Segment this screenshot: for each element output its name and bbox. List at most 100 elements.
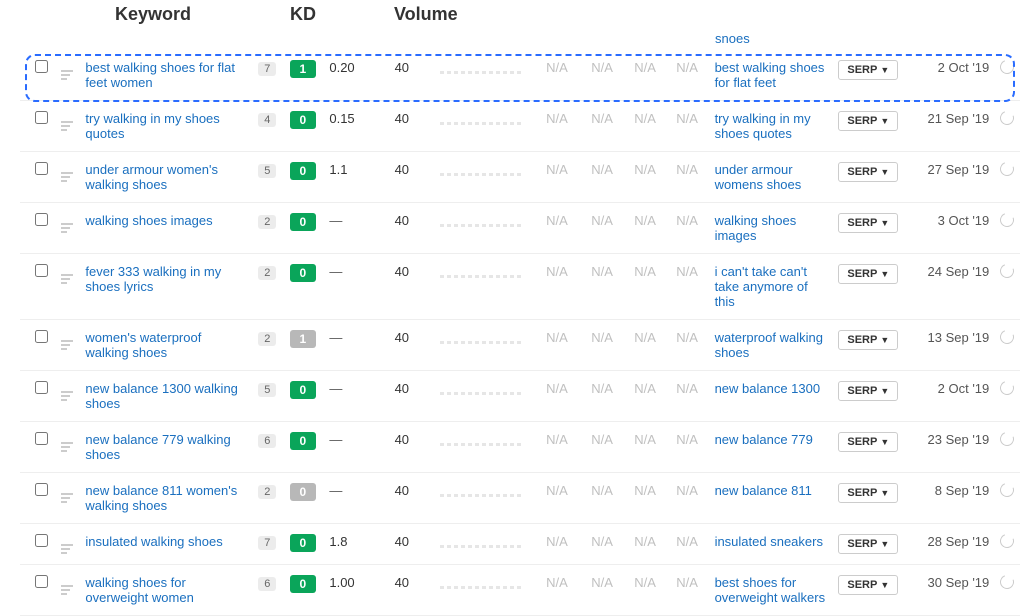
keyword-link[interactable]: new balance 1300 walking shoes [85, 381, 238, 411]
serp-features-count: 2 [258, 332, 276, 346]
serp-button[interactable]: SERP▼ [838, 534, 898, 554]
row-menu-icon[interactable] [61, 583, 73, 595]
parent-keyword-link-partial[interactable]: snoes [715, 31, 750, 46]
refresh-icon[interactable] [997, 211, 1016, 230]
na-cell: N/A [534, 371, 579, 422]
row-menu-icon[interactable] [61, 119, 73, 131]
table-row: new balance 1300 walking shoes 5 0 — 40 … [20, 371, 1020, 422]
refresh-icon[interactable] [997, 532, 1016, 551]
row-menu-icon[interactable] [61, 338, 73, 350]
serp-button[interactable]: SERP▼ [838, 213, 898, 233]
keyword-link[interactable]: insulated walking shoes [85, 534, 222, 549]
parent-keyword-link[interactable]: new balance 1300 [715, 381, 821, 396]
parent-keyword-link[interactable]: new balance 811 [715, 483, 812, 498]
row-checkbox[interactable] [35, 381, 48, 394]
table-row: walking shoes images 2 0 — 40 N/A N/A N/… [20, 203, 1020, 254]
row-menu-icon[interactable] [61, 221, 73, 233]
parent-keyword-link[interactable]: best walking shoes for flat feet [715, 60, 825, 90]
na-cell: N/A [625, 50, 666, 101]
parent-keyword-link[interactable]: new balance 779 [715, 432, 813, 447]
cpc-value: — [323, 320, 374, 371]
row-menu-icon[interactable] [61, 491, 73, 503]
kd-badge: 1 [290, 60, 316, 78]
table-row: under armour women's walking shoes 5 0 1… [20, 152, 1020, 203]
keyword-link[interactable]: new balance 811 women's walking shoes [85, 483, 237, 513]
row-checkbox[interactable] [35, 483, 48, 496]
serp-features-count: 2 [258, 215, 276, 229]
table-row: try walking in my shoes quotes 4 0 0.15 … [20, 101, 1020, 152]
na-cell: N/A [666, 473, 709, 524]
keyword-link[interactable]: walking shoes for overweight women [85, 575, 193, 605]
refresh-icon[interactable] [997, 379, 1016, 398]
na-cell: N/A [666, 320, 709, 371]
na-cell: N/A [534, 254, 579, 320]
row-checkbox[interactable] [35, 213, 48, 226]
cpc-value: 1.1 [323, 152, 374, 203]
parent-keyword-link[interactable]: i can't take can't take anymore of this [715, 264, 808, 309]
keyword-link[interactable]: new balance 779 walking shoes [85, 432, 230, 462]
keyword-link[interactable]: women's waterproof walking shoes [85, 330, 201, 360]
refresh-icon[interactable] [997, 58, 1016, 77]
parent-keyword-link[interactable]: insulated sneakers [715, 534, 823, 549]
keyword-link[interactable]: fever 333 walking in my shoes lyrics [85, 264, 221, 294]
row-checkbox[interactable] [35, 111, 48, 124]
row-menu-icon[interactable] [61, 389, 73, 401]
row-checkbox[interactable] [35, 432, 48, 445]
refresh-icon[interactable] [997, 430, 1016, 449]
na-cell: N/A [579, 254, 624, 320]
parent-keyword-link[interactable]: waterproof walking shoes [715, 330, 823, 360]
col-header-volume: Volume [374, 4, 504, 25]
serp-button[interactable]: SERP▼ [838, 381, 898, 401]
refresh-icon[interactable] [997, 109, 1016, 128]
row-menu-icon[interactable] [61, 542, 73, 554]
kd-badge: 0 [290, 111, 316, 129]
row-checkbox[interactable] [35, 330, 48, 343]
row-checkbox[interactable] [35, 534, 48, 547]
keyword-link[interactable]: under armour women's walking shoes [85, 162, 218, 192]
keyword-link[interactable]: try walking in my shoes quotes [85, 111, 219, 141]
table-row: fever 333 walking in my shoes lyrics 2 0… [20, 254, 1020, 320]
trend-sparkline [440, 575, 528, 589]
row-menu-icon[interactable] [61, 68, 73, 80]
keyword-link[interactable]: best walking shoes for flat feet women [85, 60, 235, 90]
row-checkbox[interactable] [35, 575, 48, 588]
update-date: 30 Sep '19 [905, 565, 993, 616]
parent-keyword-link[interactable]: under armour womens shoes [715, 162, 802, 192]
update-date: 2 Oct '19 [905, 371, 993, 422]
parent-keyword-link[interactable]: best shoes for overweight walkers [715, 575, 826, 605]
row-checkbox[interactable] [35, 60, 48, 73]
serp-features-count: 7 [258, 536, 276, 550]
serp-features-count: 2 [258, 485, 276, 499]
serp-button[interactable]: SERP▼ [838, 432, 898, 452]
serp-button[interactable]: SERP▼ [838, 60, 898, 80]
refresh-icon[interactable] [997, 262, 1016, 281]
volume-value: 40 [375, 524, 434, 565]
serp-button[interactable]: SERP▼ [838, 264, 898, 284]
serp-button[interactable]: SERP▼ [838, 483, 898, 503]
refresh-icon[interactable] [997, 481, 1016, 500]
row-menu-icon[interactable] [61, 272, 73, 284]
row-menu-icon[interactable] [61, 170, 73, 182]
na-cell: N/A [534, 565, 579, 616]
serp-button[interactable]: SERP▼ [838, 111, 898, 131]
refresh-icon[interactable] [997, 160, 1016, 179]
na-cell: N/A [579, 50, 624, 101]
serp-features-count: 6 [258, 577, 276, 591]
trend-sparkline [440, 381, 528, 395]
keyword-link[interactable]: walking shoes images [85, 213, 212, 228]
update-date: 28 Sep '19 [905, 524, 993, 565]
na-cell: N/A [534, 101, 579, 152]
row-checkbox[interactable] [35, 264, 48, 277]
row-menu-icon[interactable] [61, 440, 73, 452]
na-cell: N/A [534, 152, 579, 203]
refresh-icon[interactable] [997, 573, 1016, 592]
serp-button[interactable]: SERP▼ [838, 330, 898, 350]
kd-badge: 0 [290, 381, 316, 399]
serp-button[interactable]: SERP▼ [838, 575, 898, 595]
parent-keyword-link[interactable]: walking shoes images [715, 213, 797, 243]
volume-value: 40 [375, 320, 434, 371]
parent-keyword-link[interactable]: try walking in my shoes quotes [715, 111, 811, 141]
row-checkbox[interactable] [35, 162, 48, 175]
serp-button[interactable]: SERP▼ [838, 162, 898, 182]
refresh-icon[interactable] [997, 328, 1016, 347]
